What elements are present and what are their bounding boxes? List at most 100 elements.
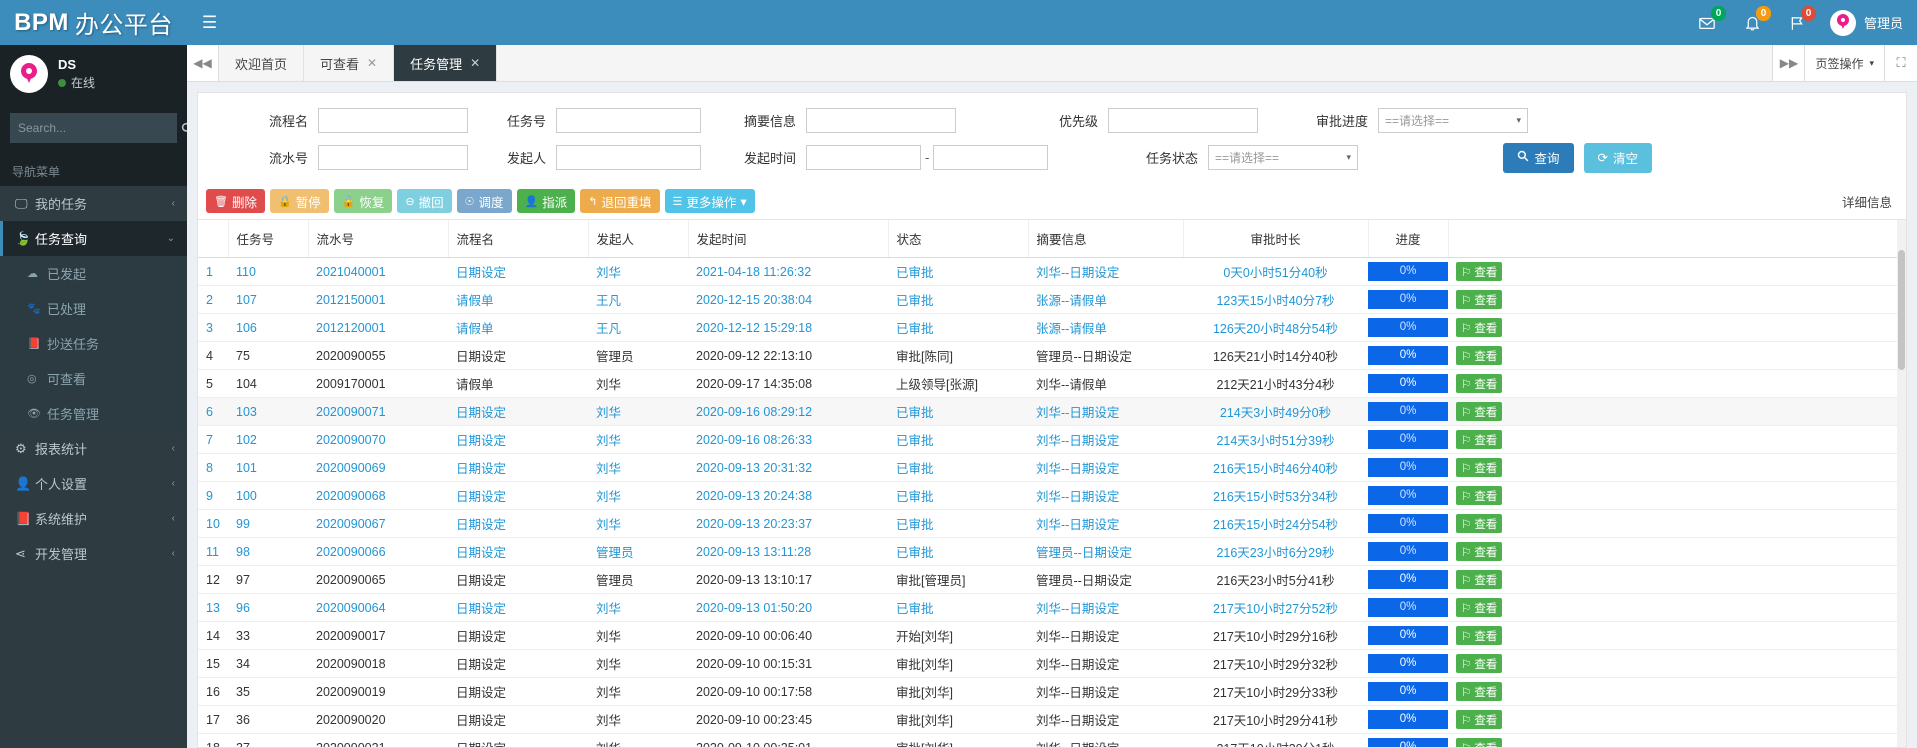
cell-status: 已审批 (888, 257, 1028, 286)
cell-serial-number: 2020090020 (308, 705, 448, 734)
sidebar-item-1[interactable]: 🖵 我的任务 ‹ (0, 186, 187, 221)
hamburger-icon[interactable]: ☰ (187, 0, 232, 45)
table-row[interactable]: 1 110 2021040001 日期设定 刘华 2021-04-18 11:26:32 已… (198, 257, 1906, 286)
user-status: 在线 (58, 74, 95, 92)
view-button[interactable]: ⚐查看 (1456, 710, 1503, 729)
task-status-select[interactable]: ==请选择== ▾ (1208, 145, 1358, 170)
view-button[interactable]: ⚐查看 (1456, 514, 1503, 533)
view-button[interactable]: ⚐查看 (1456, 570, 1503, 589)
page-operations-dropdown[interactable]: 页签操作 ▾ (1804, 45, 1885, 81)
scrollbar-thumb[interactable] (1898, 250, 1905, 370)
sidebar-subitem-3[interactable]: 📕 抄送任务 (0, 326, 187, 361)
table-scrollbar[interactable] (1897, 220, 1906, 747)
tab-2[interactable]: 可查看 ✕ (304, 45, 395, 81)
fullscreen-icon[interactable]: ⛶ (1885, 45, 1917, 81)
view-button[interactable]: ⚐查看 (1456, 654, 1503, 673)
view-button[interactable]: ⚐查看 (1456, 374, 1503, 393)
tab-scroll-next-button[interactable]: ▶▶ (1772, 45, 1805, 81)
view-button[interactable]: ⚐查看 (1456, 262, 1503, 281)
query-button[interactable]: 查询 (1503, 142, 1574, 173)
start-time-to-input[interactable] (933, 145, 1049, 170)
sidebar-subitem-2[interactable]: 🐾 已处理 (0, 291, 187, 326)
table-row[interactable]: 18372020090021日期设定刘华2020-09-10 00:25:01审… (198, 733, 1906, 747)
tab-scroll-prev-button[interactable]: ◀◀ (187, 45, 219, 81)
table-row[interactable]: 14 33 2020090017 日期设定 刘华 2020-09-10 00:06:40 开… (198, 621, 1906, 650)
sidebar-item-5[interactable]: 📕 系统维护 ‹ (0, 501, 187, 536)
sidebar-item-4[interactable]: 👤 个人设置 ‹ (0, 466, 187, 501)
table-row[interactable]: 3 106 2012120001 请假单 王凡 2020-12-12 15:29:18 已审… (198, 313, 1906, 342)
cell-actions: ⚐查看 (1448, 705, 1906, 734)
view-button[interactable]: ⚐查看 (1456, 458, 1503, 477)
table-row[interactable]: 6 103 2020090071 日期设定 刘华 2020-09-16 08:29:12 已… (198, 397, 1906, 426)
task-number-input[interactable] (556, 108, 701, 133)
resume-button[interactable]: 🔓 恢复 (333, 189, 393, 213)
cell-initiator: 管理员 (588, 341, 688, 370)
topbar-user-menu[interactable]: 管理员 (1820, 9, 1903, 36)
cell-task-number: 99 (228, 509, 308, 538)
view-button[interactable]: ⚐查看 (1456, 682, 1503, 701)
cell-serial-number: 2020090017 (308, 621, 448, 650)
view-button[interactable]: ⚐查看 (1456, 598, 1503, 617)
table-row[interactable]: 17 36 2020090020 日期设定 刘华 2020-09-10 00:23:45 审… (198, 705, 1906, 734)
table-row[interactable]: 13 96 2020090064 日期设定 刘华 2020-09-13 01:50:20 已… (198, 593, 1906, 622)
cell-task-number: 33 (228, 621, 308, 650)
close-icon[interactable]: ✕ (470, 56, 480, 70)
detail-info-link[interactable]: 详细信息 (1842, 192, 1898, 211)
sidebar-item-2[interactable]: 🍃 任务查询 ⌄ (0, 221, 187, 256)
cell-actions: ⚐查看 (1448, 369, 1906, 398)
sidebar-subitem-4[interactable]: ◎ 可查看 (0, 361, 187, 396)
table-row[interactable]: 2 107 2012150001 请假单 王凡 2020-12-15 20:38:04 已审… (198, 285, 1906, 314)
cell-approval-duration: 216天15小时46分40秒 (1183, 453, 1368, 482)
initiator-input[interactable] (556, 145, 701, 170)
delete-button[interactable]: 🗑 删除 (206, 189, 265, 213)
view-button[interactable]: ⚐查看 (1456, 486, 1503, 505)
view-button[interactable]: ⚐查看 (1456, 542, 1503, 561)
cell-row-index: 6 (198, 397, 228, 426)
table-row[interactable]: 11 98 2020090066 日期设定 管理员 2020-09-13 13:11:28… (198, 537, 1906, 566)
search-input[interactable] (10, 121, 181, 135)
table-row[interactable]: 9 100 2020090068 日期设定 刘华 2020-09-13 20:24:38 已… (198, 481, 1906, 510)
view-button[interactable]: ⚐查看 (1456, 430, 1503, 449)
start-time-from-input[interactable] (806, 145, 921, 170)
return-refill-button[interactable]: ↰ 退回重填 (580, 189, 660, 213)
flag-icon[interactable]: 0 (1775, 0, 1820, 45)
view-button[interactable]: ⚐查看 (1456, 290, 1503, 309)
clear-button[interactable]: ⟳ 清空 (1583, 142, 1652, 173)
table-row[interactable]: 7 102 2020090070 日期设定 刘华 2020-09-16 08:26:33 已… (198, 425, 1906, 454)
more-actions-button[interactable]: ☰ 更多操作 ▾ (664, 189, 755, 213)
table-row[interactable]: 15 34 2020090018 日期设定 刘华 2020-09-10 00:15:31 审… (198, 649, 1906, 678)
envelope-icon[interactable]: 0 (1684, 0, 1730, 45)
view-button[interactable]: ⚐查看 (1456, 346, 1503, 365)
table-row[interactable]: 8 101 2020090069 日期设定 刘华 2020-09-13 20:31:32 已… (198, 453, 1906, 482)
summary-info-input[interactable] (806, 108, 956, 133)
priority-input[interactable] (1108, 108, 1258, 133)
table-row[interactable]: 10 99 2020090067 日期设定 刘华 2020-09-13 20:23:37 已… (198, 509, 1906, 538)
sidebar-subitem-5[interactable]: 👁 任务管理 (0, 396, 187, 431)
table-row[interactable]: 12 97 2020090065 日期设定 管理员 2020-09-13 13:10:17… (198, 565, 1906, 594)
assign-button[interactable]: 👤 指派 (516, 189, 576, 213)
table-row[interactable]: 16 35 2020090019 日期设定 刘华 2020-09-10 00:17:58 审… (198, 677, 1906, 706)
view-button[interactable]: ⚐查看 (1456, 402, 1503, 421)
avatar[interactable] (10, 55, 48, 93)
process-name-input[interactable] (318, 108, 468, 133)
table-row[interactable]: 5 104 2009170001 请假单 刘华 2020-09-17 14:35:08 上级… (198, 369, 1906, 398)
view-button-label: 查看 (1474, 350, 1498, 363)
close-icon[interactable]: ✕ (367, 56, 377, 70)
tab-3[interactable]: 任务管理 ✕ (394, 45, 498, 81)
view-button[interactable]: ⚐查看 (1456, 318, 1503, 337)
sidebar-item-6[interactable]: ⋖ 开发管理 ‹ (0, 536, 187, 571)
view-button[interactable]: ⚐查看 (1456, 738, 1503, 747)
serial-number-input[interactable] (318, 145, 468, 170)
approval-progress-select[interactable]: ==请选择== ▾ (1378, 108, 1528, 133)
pause-button[interactable]: 🔒 暂停 (269, 189, 329, 213)
tab-1[interactable]: 欢迎首页 (219, 45, 305, 81)
bell-icon[interactable]: 0 (1730, 0, 1775, 45)
sidebar-item-3[interactable]: ⚙ 报表统计 ‹ (0, 431, 187, 466)
view-button[interactable]: ⚐查看 (1456, 626, 1503, 645)
task-number-label: 任务号 (506, 114, 546, 129)
table-row[interactable]: 4 75 2020090055 日期设定 管理员 2020-09-12 22:13:10 审… (198, 341, 1906, 370)
brand-logo[interactable]: BPM 办公平台 (0, 0, 187, 45)
revoke-button[interactable]: ⊖ 撤回 (397, 189, 452, 213)
sidebar-subitem-1[interactable]: ☁ 已发起 (0, 256, 187, 291)
schedule-button[interactable]: ☉ 调度 (456, 189, 512, 213)
